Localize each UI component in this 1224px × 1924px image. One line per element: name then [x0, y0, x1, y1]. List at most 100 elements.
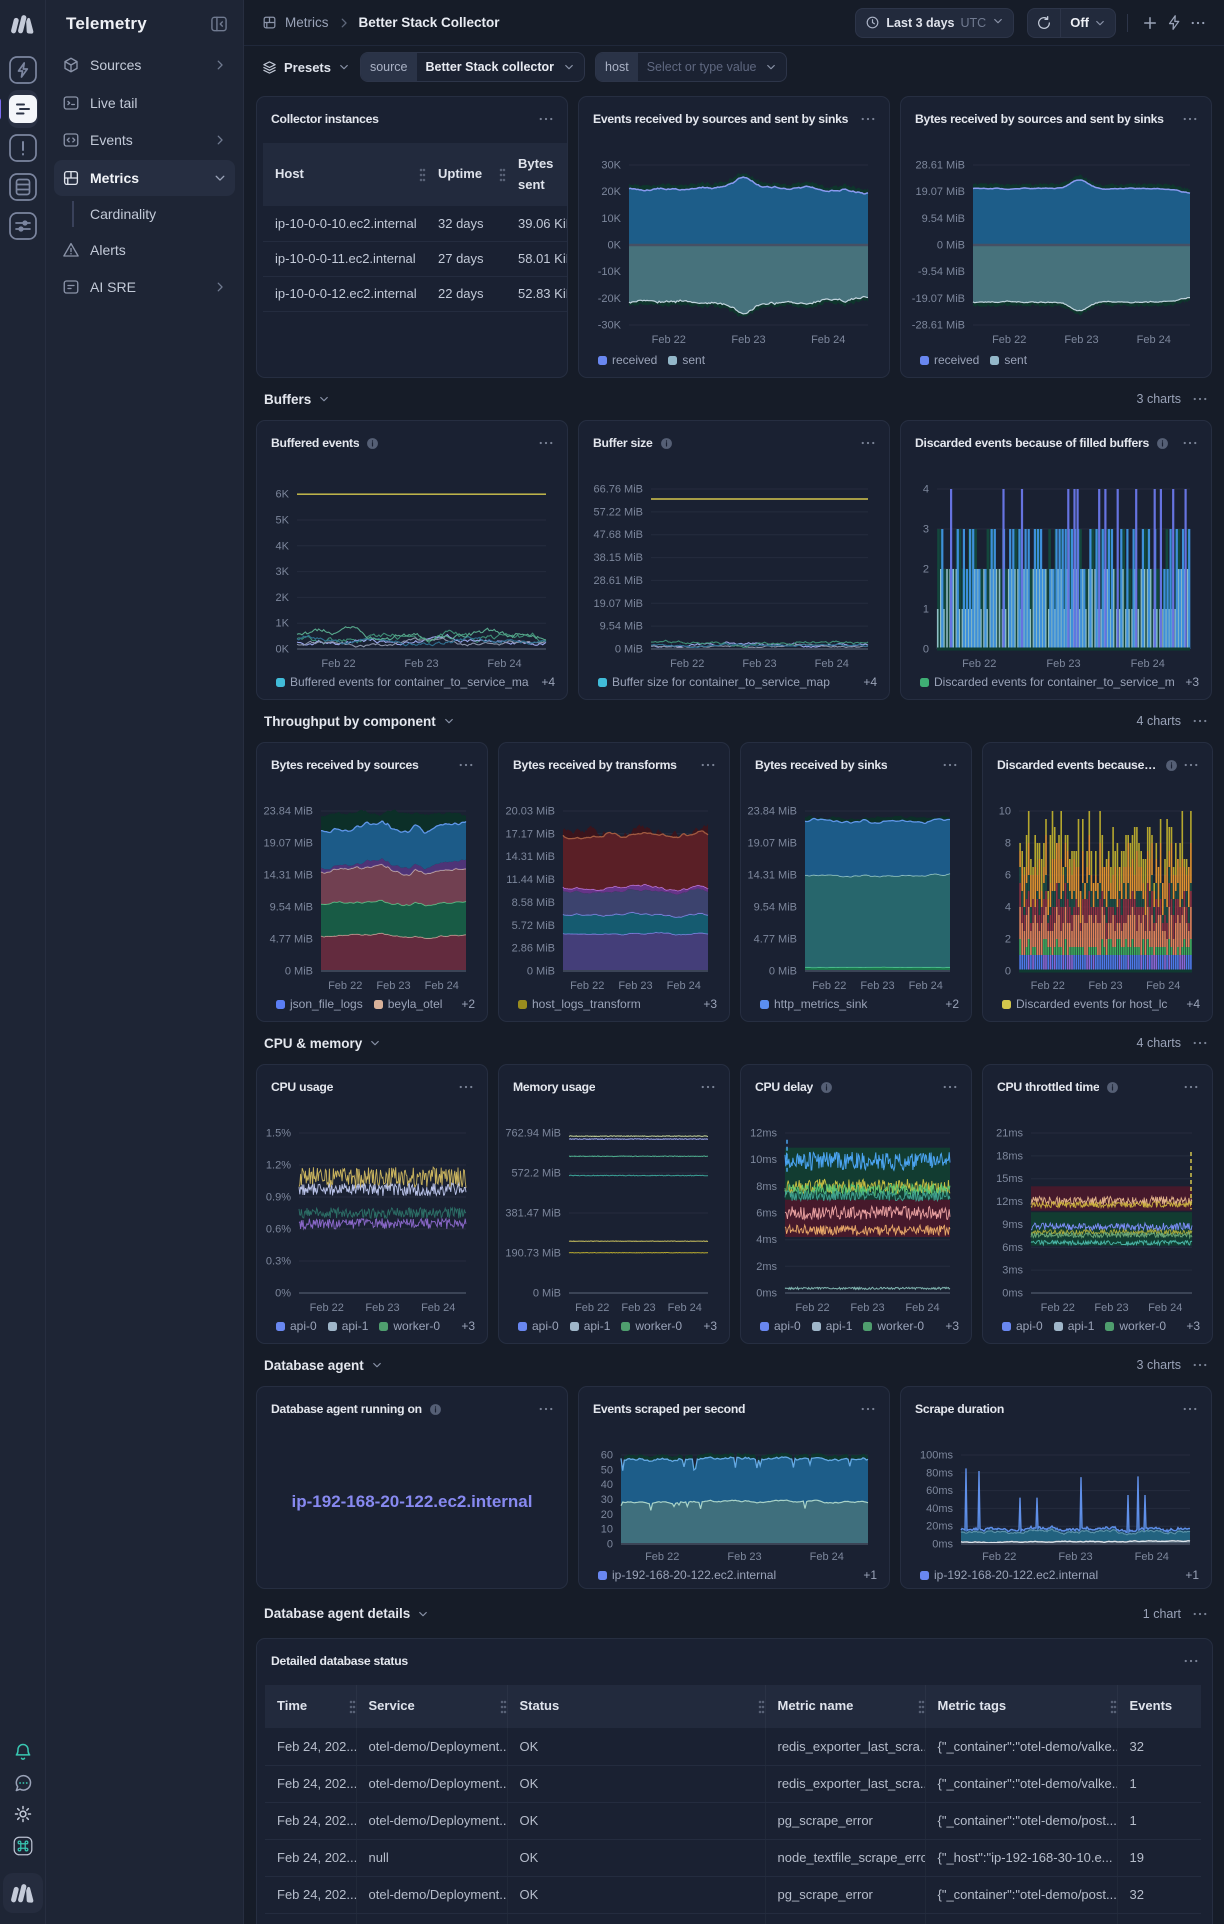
svg-text:4.77 MiB: 4.77 MiB [754, 934, 797, 946]
svg-text:3: 3 [923, 524, 929, 536]
svg-text:19.07 MiB: 19.07 MiB [915, 186, 965, 198]
svg-text:Feb 22: Feb 22 [645, 1551, 679, 1563]
svg-text:Feb 23: Feb 23 [618, 980, 652, 992]
svg-text:2: 2 [923, 564, 929, 576]
svg-text:Feb 24: Feb 24 [909, 980, 943, 992]
svg-text:0 MiB: 0 MiB [527, 966, 555, 978]
svg-text:38.15 MiB: 38.15 MiB [593, 552, 643, 564]
svg-text:Feb 24: Feb 24 [667, 980, 701, 992]
svg-text:50: 50 [601, 1464, 613, 1476]
svg-text:381.47 MiB: 381.47 MiB [505, 1208, 561, 1220]
svg-text:Feb 23: Feb 23 [621, 1302, 655, 1314]
svg-text:1.5%: 1.5% [266, 1128, 291, 1140]
svg-text:Feb 22: Feb 22 [962, 658, 996, 670]
svg-text:2.86 MiB: 2.86 MiB [512, 943, 555, 955]
svg-text:10K: 10K [601, 213, 621, 225]
svg-text:2ms: 2ms [756, 1261, 777, 1273]
svg-text:Feb 22: Feb 22 [321, 658, 355, 670]
svg-text:18ms: 18ms [996, 1150, 1023, 1162]
svg-text:0K: 0K [608, 240, 622, 252]
svg-text:-9.54 MiB: -9.54 MiB [918, 266, 965, 278]
svg-text:10: 10 [601, 1524, 613, 1536]
svg-text:57.22 MiB: 57.22 MiB [593, 506, 643, 518]
svg-text:1: 1 [923, 604, 929, 616]
svg-text:Feb 23: Feb 23 [1064, 334, 1098, 346]
svg-text:0K: 0K [276, 644, 290, 656]
svg-text:Feb 24: Feb 24 [1131, 658, 1165, 670]
svg-text:5K: 5K [276, 515, 290, 527]
svg-text:Feb 22: Feb 22 [570, 980, 604, 992]
svg-text:0: 0 [1005, 966, 1011, 978]
svg-text:-19.07 MiB: -19.07 MiB [912, 293, 965, 305]
svg-text:Feb 22: Feb 22 [575, 1302, 609, 1314]
svg-text:10ms: 10ms [750, 1154, 777, 1166]
svg-text:Feb 22: Feb 22 [795, 1302, 829, 1314]
svg-text:0 MiB: 0 MiB [615, 644, 643, 656]
svg-text:11.44 MiB: 11.44 MiB [506, 874, 555, 886]
svg-text:8ms: 8ms [756, 1181, 777, 1193]
svg-text:21ms: 21ms [996, 1128, 1023, 1140]
svg-text:Feb 24: Feb 24 [815, 658, 849, 670]
svg-text:6K: 6K [276, 489, 290, 501]
svg-text:Feb 24: Feb 24 [425, 980, 459, 992]
svg-text:5.72 MiB: 5.72 MiB [512, 920, 555, 932]
svg-text:Feb 23: Feb 23 [404, 658, 438, 670]
svg-text:6: 6 [1005, 870, 1011, 882]
svg-text:0.3%: 0.3% [266, 1256, 291, 1268]
svg-text:9.54 MiB: 9.54 MiB [270, 902, 313, 914]
svg-text:Feb 24: Feb 24 [487, 658, 521, 670]
svg-text:Feb 23: Feb 23 [365, 1302, 399, 1314]
svg-text:40: 40 [601, 1479, 613, 1491]
svg-text:572.2 MiB: 572.2 MiB [511, 1168, 561, 1180]
svg-text:0: 0 [923, 644, 929, 656]
svg-text:-30K: -30K [598, 320, 622, 332]
svg-text:Feb 23: Feb 23 [860, 980, 894, 992]
svg-text:30K: 30K [601, 160, 621, 172]
svg-text:23.84 MiB: 23.84 MiB [747, 806, 797, 818]
svg-text:Feb 23: Feb 23 [1094, 1302, 1128, 1314]
svg-text:Feb 24: Feb 24 [1148, 1302, 1182, 1314]
svg-text:20.03 MiB: 20.03 MiB [505, 806, 555, 818]
svg-text:8.58 MiB: 8.58 MiB [512, 897, 555, 909]
svg-text:28.61 MiB: 28.61 MiB [915, 160, 965, 172]
svg-text:14.31 MiB: 14.31 MiB [263, 870, 313, 882]
svg-text:Feb 24: Feb 24 [811, 334, 845, 346]
svg-text:20K: 20K [601, 186, 621, 198]
svg-text:Feb 22: Feb 22 [670, 658, 704, 670]
svg-text:2K: 2K [276, 592, 290, 604]
svg-text:12ms: 12ms [750, 1128, 777, 1140]
svg-text:28.61 MiB: 28.61 MiB [593, 575, 643, 587]
svg-text:0.6%: 0.6% [266, 1224, 291, 1236]
svg-text:0.9%: 0.9% [266, 1192, 291, 1204]
svg-text:-28.61 MiB: -28.61 MiB [912, 320, 965, 332]
svg-text:100ms: 100ms [920, 1450, 954, 1462]
svg-text:1.2%: 1.2% [266, 1160, 291, 1172]
svg-text:8: 8 [1005, 838, 1011, 850]
svg-text:9.54 MiB: 9.54 MiB [600, 621, 643, 633]
svg-text:Feb 23: Feb 23 [376, 980, 410, 992]
svg-text:Feb 23: Feb 23 [731, 334, 765, 346]
svg-text:Feb 23: Feb 23 [850, 1302, 884, 1314]
svg-text:-20K: -20K [598, 293, 622, 305]
svg-text:19.07 MiB: 19.07 MiB [593, 598, 643, 610]
svg-text:0ms: 0ms [932, 1539, 953, 1551]
svg-text:0ms: 0ms [756, 1288, 777, 1300]
svg-text:Feb 22: Feb 22 [310, 1302, 344, 1314]
svg-text:Feb 23: Feb 23 [742, 658, 776, 670]
svg-text:66.76 MiB: 66.76 MiB [593, 484, 643, 496]
svg-text:Feb 22: Feb 22 [328, 980, 362, 992]
svg-text:Feb 23: Feb 23 [1058, 1551, 1092, 1563]
svg-text:762.94 MiB: 762.94 MiB [505, 1128, 561, 1140]
svg-text:6ms: 6ms [756, 1208, 777, 1220]
svg-text:0%: 0% [275, 1288, 291, 1300]
svg-text:20: 20 [601, 1509, 613, 1521]
svg-text:Feb 22: Feb 22 [992, 334, 1026, 346]
svg-text:2: 2 [1005, 934, 1011, 946]
svg-text:190.73 MiB: 190.73 MiB [505, 1248, 561, 1260]
svg-text:Feb 23: Feb 23 [727, 1551, 761, 1563]
svg-text:14.31 MiB: 14.31 MiB [505, 851, 555, 863]
svg-text:0 MiB: 0 MiB [769, 966, 797, 978]
svg-text:60: 60 [601, 1450, 613, 1462]
svg-text:40ms: 40ms [926, 1503, 953, 1515]
svg-text:Feb 24: Feb 24 [905, 1302, 939, 1314]
